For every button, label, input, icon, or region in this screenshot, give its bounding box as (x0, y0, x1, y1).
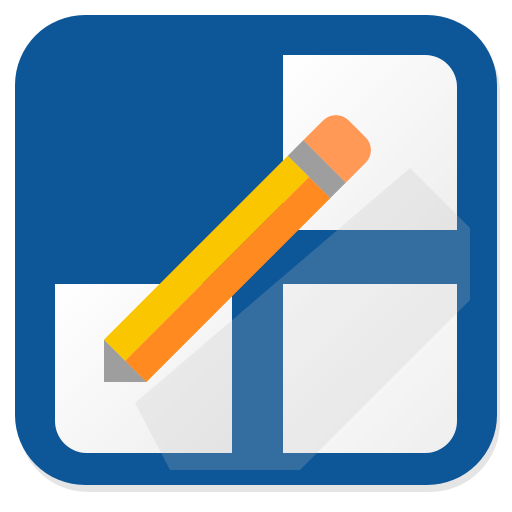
app-icon (15, 15, 500, 492)
app-icon-canvas (0, 0, 512, 512)
